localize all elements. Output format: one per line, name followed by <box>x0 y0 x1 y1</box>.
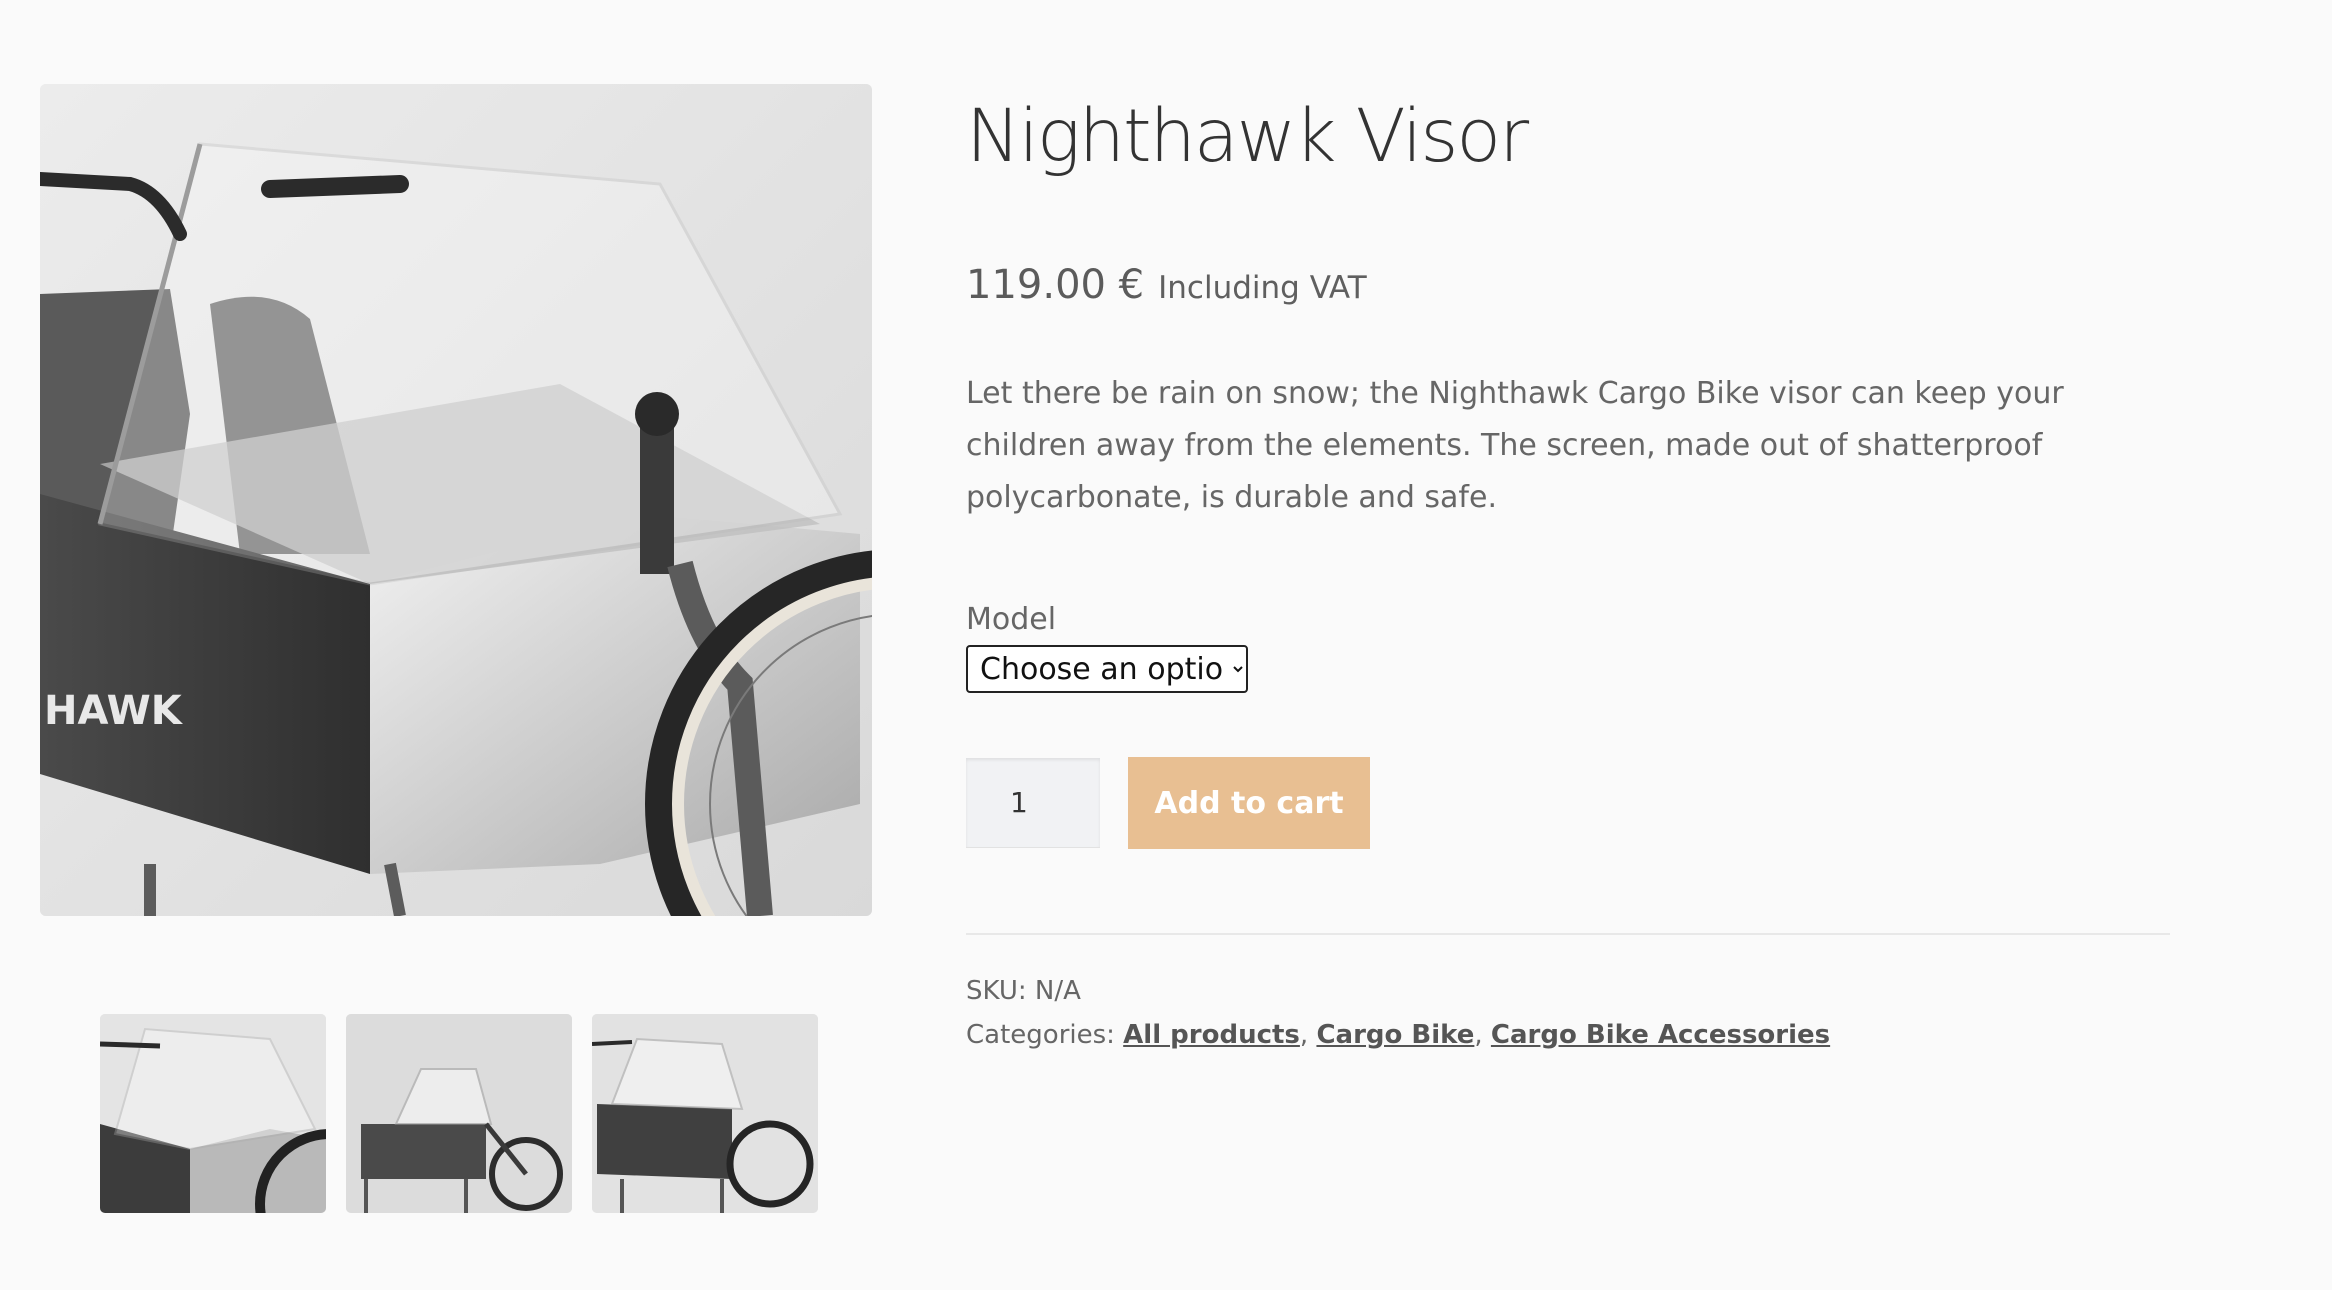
product-page: HAWK Nighthawk Visor 119.00 € Including … <box>0 0 2332 1290</box>
product-title: Nighthawk Visor <box>966 94 1529 179</box>
variation-field: Model Choose an option <box>966 602 2170 693</box>
sku-value: N/A <box>1034 976 1081 1006</box>
divider <box>966 933 2170 935</box>
price-suffix: Including VAT <box>1158 270 1367 306</box>
thumbnail-angle-photo <box>592 1014 818 1213</box>
sku-label: SKU: <box>966 976 1027 1006</box>
box-brand-text: HAWK <box>44 688 184 734</box>
price-row: 119.00 € Including VAT <box>966 262 2170 308</box>
thumbnail-3[interactable] <box>592 1014 818 1213</box>
thumbnail-strip <box>100 1014 818 1213</box>
categories-line: Categories: All products, Cargo Bike, Ca… <box>966 1020 1831 1050</box>
cart-row: Add to cart <box>966 757 2170 849</box>
thumbnail-side-photo <box>346 1014 572 1213</box>
category-link-cargo-bike-accessories[interactable]: Cargo Bike Accessories <box>1491 1020 1830 1050</box>
add-to-cart-button[interactable]: Add to cart <box>1128 757 1370 849</box>
categories-label: Categories: <box>966 1020 1115 1050</box>
product-description: Let there be rain on snow; the Nighthawk… <box>966 376 2064 515</box>
model-label: Model <box>966 602 1057 637</box>
product-meta: SKU: N/A Categories: All products, Cargo… <box>966 969 2170 1057</box>
thumbnail-1[interactable] <box>100 1014 326 1213</box>
thumbnail-closeup-photo <box>100 1014 326 1213</box>
main-product-image[interactable]: HAWK <box>40 84 872 916</box>
thumbnail-2[interactable] <box>346 1014 572 1213</box>
product-price: 119.00 € <box>966 262 1145 308</box>
category-link-all-products[interactable]: All products <box>1123 1020 1300 1050</box>
model-select[interactable]: Choose an option <box>966 645 1248 693</box>
cargo-bike-visor-photo: HAWK <box>40 84 872 916</box>
sku-line: SKU: N/A <box>966 969 2170 1013</box>
product-summary: Nighthawk Visor 119.00 € Including VAT L… <box>966 78 2170 1057</box>
quantity-input[interactable] <box>966 758 1100 848</box>
category-link-cargo-bike[interactable]: Cargo Bike <box>1316 1020 1474 1050</box>
